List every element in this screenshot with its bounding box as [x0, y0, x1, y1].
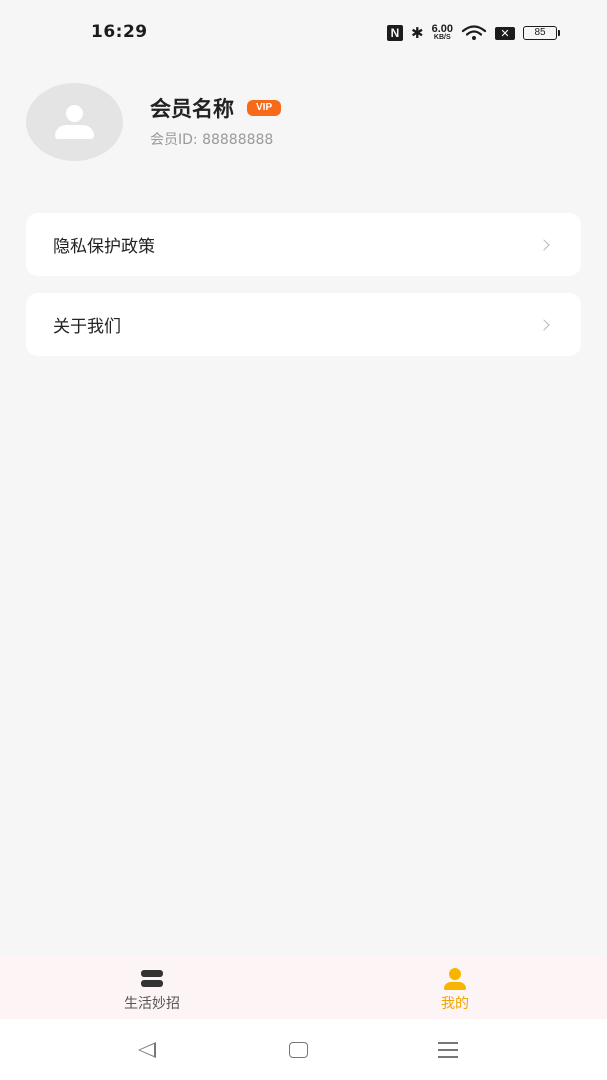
- battery-icon: 85: [523, 26, 560, 40]
- profile-header: 会员名称 VIP 会员ID: 88888888: [26, 83, 282, 161]
- name-row: 会员名称 VIP: [150, 93, 282, 123]
- chevron-right-icon: [538, 318, 550, 331]
- about-us-label: 关于我们: [53, 317, 121, 337]
- vip-badge: VIP: [247, 100, 282, 116]
- tab-life-tips-label: 生活妙招: [124, 996, 180, 1012]
- menu-icon[interactable]: [438, 1042, 458, 1058]
- tab-life-tips[interactable]: 生活妙招: [92, 955, 212, 1019]
- network-speed-value: 6.00: [431, 22, 453, 35]
- avatar-head-icon: [66, 105, 83, 122]
- back-icon[interactable]: [138, 1042, 156, 1058]
- member-name: 会员名称: [150, 97, 234, 121]
- nfc-icon: N: [387, 25, 403, 41]
- status-bar: 16:29 N ✱ 6.00 KB/S ✕ 85: [0, 0, 607, 64]
- bottom-tab-bar: 生活妙招 我的: [0, 955, 607, 1019]
- bluetooth-icon: ✱: [411, 24, 424, 42]
- tab-mine-label: 我的: [441, 996, 469, 1012]
- avatar[interactable]: [26, 83, 123, 161]
- chevron-right-icon: [538, 238, 550, 251]
- privacy-policy-item[interactable]: 隐私保护政策: [26, 213, 581, 276]
- wifi-icon: [461, 25, 487, 40]
- system-navigation-bar: [0, 1019, 607, 1080]
- profile-info: 会员名称 VIP 会员ID: 88888888: [150, 93, 282, 149]
- tab-mine[interactable]: 我的: [395, 955, 515, 1019]
- home-icon[interactable]: [289, 1042, 308, 1058]
- avatar-body-icon: [55, 125, 94, 139]
- status-time: 16:29: [91, 22, 148, 42]
- battery-level: 85: [534, 27, 546, 38]
- x-box-icon: ✕: [495, 26, 515, 40]
- network-speed-unit: KB/S: [433, 33, 451, 41]
- privacy-policy-label: 隐私保护政策: [53, 237, 155, 257]
- about-us-item[interactable]: 关于我们: [26, 293, 581, 356]
- network-speed: 6.00 KB/S: [431, 22, 453, 42]
- status-icons: N ✱ 6.00 KB/S ✕ 85: [387, 22, 560, 44]
- profile-icon: [443, 968, 467, 990]
- member-id: 会员ID: 88888888: [150, 132, 274, 148]
- life-tips-icon: [140, 968, 164, 990]
